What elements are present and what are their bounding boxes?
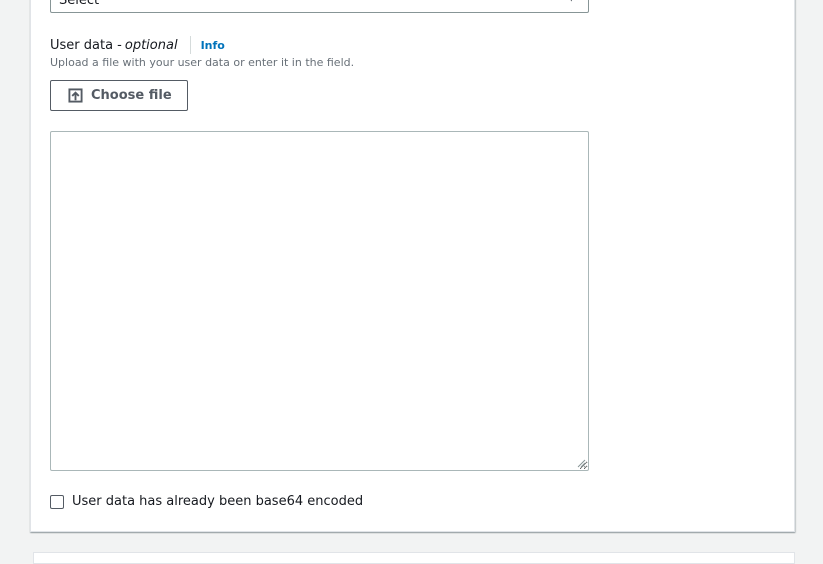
base64-checkbox-label: User data has already been base64 encode…: [72, 494, 364, 509]
ami-select-dropdown[interactable]: Select ▼: [50, 0, 589, 13]
user-data-description: Upload a file with your user data or ent…: [50, 56, 355, 69]
user-data-label-row: User data - optional Info: [50, 36, 225, 54]
next-panel-edge: [33, 552, 795, 564]
chevron-down-icon: ▼: [567, 0, 576, 3]
info-link[interactable]: Info: [201, 39, 225, 52]
choose-file-button[interactable]: Choose file: [50, 80, 188, 111]
resize-handle-icon[interactable]: [576, 458, 586, 468]
base64-checkbox-row[interactable]: User data has already been base64 encode…: [50, 494, 363, 509]
user-data-label: User data -: [50, 37, 122, 53]
label-divider: [189, 36, 191, 54]
choose-file-label: Choose file: [91, 88, 172, 103]
upload-icon: [68, 88, 83, 103]
user-data-textarea[interactable]: [50, 131, 589, 471]
base64-checkbox[interactable]: [50, 494, 64, 509]
optional-label: optional: [124, 37, 178, 53]
select-value: Select: [59, 0, 100, 8]
